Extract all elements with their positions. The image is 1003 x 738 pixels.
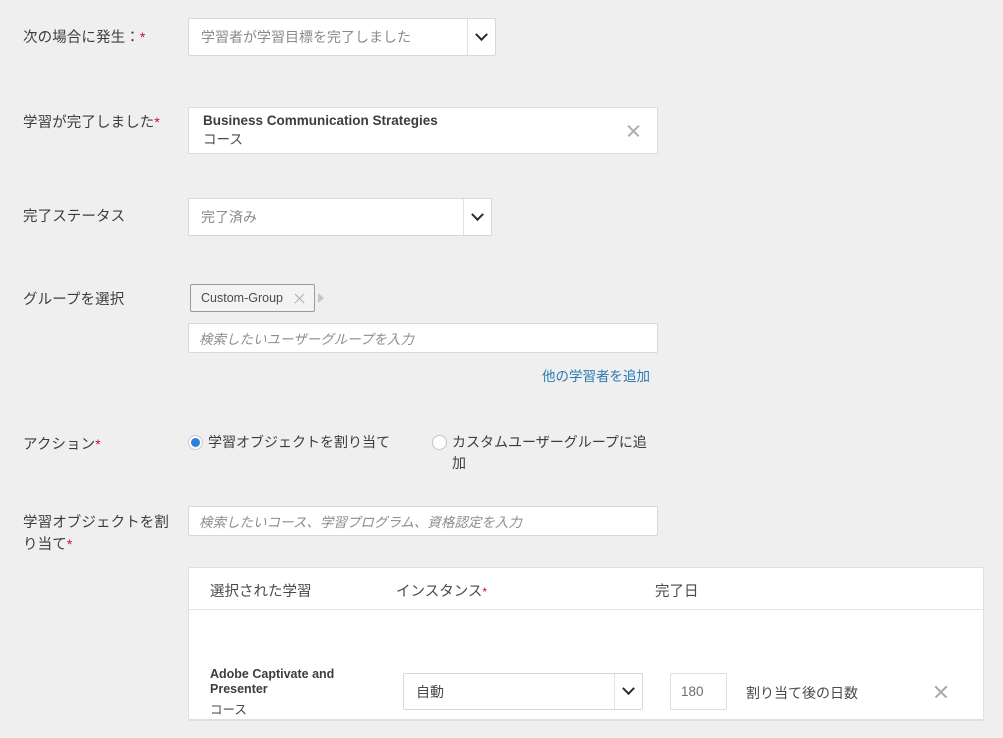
trigger-select-value: 学習者が学習目標を完了しました bbox=[201, 29, 411, 45]
radio-unselected-icon[interactable] bbox=[432, 435, 447, 450]
row-learning-title: Adobe Captivate and Presenter bbox=[210, 667, 335, 696]
assign-learning-object-label-text: 学習オブジェクトを割り当て bbox=[23, 515, 169, 553]
learning-completed-required-mark: * bbox=[154, 114, 160, 130]
table-header-row: 選択された学習 インスタンス* 完了日 bbox=[189, 568, 983, 610]
selected-learning-box[interactable]: Business Communication Strategies コース bbox=[188, 107, 658, 154]
chevron-down-icon[interactable] bbox=[467, 19, 495, 55]
row-learning-cell: Adobe Captivate and Presenter コース bbox=[210, 667, 375, 720]
chevron-down-icon[interactable] bbox=[463, 199, 491, 235]
row-instance-select-value: 自動 bbox=[416, 683, 444, 700]
action-label-text: アクション bbox=[23, 437, 96, 453]
group-chip-label: Custom-Group bbox=[201, 291, 283, 305]
selected-learning-table: 選択された学習 インスタンス* 完了日 Adobe Captivate and … bbox=[188, 567, 984, 720]
column-header-selected-learning-text: 選択された学習 bbox=[210, 584, 312, 600]
chevron-down-icon[interactable] bbox=[614, 674, 642, 709]
trigger-label-text: 次の場合に発生： bbox=[23, 30, 140, 46]
row-learning-subtitle: コース bbox=[210, 703, 247, 717]
trigger-select[interactable]: 学習者が学習目標を完了しました bbox=[188, 18, 496, 56]
radio-add-to-custom-group[interactable]: カスタムユーザーグループに追加 bbox=[432, 432, 654, 474]
assign-learning-object-label: 学習オブジェクトを割り当て* bbox=[23, 513, 173, 556]
table-row: Adobe Captivate and Presenter コース 自動 180… bbox=[189, 610, 983, 720]
group-chip[interactable]: Custom-Group bbox=[190, 284, 315, 312]
row-days-label: 割り当て後の日数 bbox=[746, 683, 858, 703]
caret-right-icon[interactable] bbox=[318, 293, 324, 303]
selected-learning-text: Business Communication Strategies コース bbox=[203, 111, 625, 150]
learning-completed-label: 学習が完了しました* bbox=[23, 112, 183, 134]
column-header-instance: インスタンス* bbox=[396, 580, 487, 601]
row-days-input[interactable]: 180 bbox=[670, 673, 727, 710]
column-header-selected-learning: 選択された学習 bbox=[210, 580, 312, 601]
group-search-input[interactable]: 検索したいユーザーグループを入力 bbox=[188, 323, 658, 353]
action-label: アクション* bbox=[23, 434, 183, 456]
group-select-label: グループを選択 bbox=[23, 290, 183, 311]
selected-learning-title: Business Communication Strategies bbox=[203, 113, 438, 128]
completion-status-select-value: 完了済み bbox=[201, 209, 257, 225]
row-days-label-text: 割り当て後の日数 bbox=[746, 685, 858, 701]
trigger-required-mark: * bbox=[139, 29, 146, 45]
radio-add-to-custom-group-label: カスタムユーザーグループに追加 bbox=[452, 434, 647, 471]
radio-assign-learning-object[interactable]: 学習オブジェクトを割り当て bbox=[188, 432, 418, 453]
assign-learning-object-required-mark: * bbox=[66, 536, 73, 552]
column-header-completion-date: 完了日 bbox=[655, 580, 699, 601]
learning-object-search-placeholder: 検索したいコース、学習プログラム、資格認定を入力 bbox=[199, 515, 522, 530]
row-days-value: 180 bbox=[681, 684, 704, 699]
group-select-label-text: グループを選択 bbox=[23, 292, 125, 308]
column-header-instance-required-mark: * bbox=[482, 585, 488, 599]
add-more-learners-link-text: 他の学習者を追加 bbox=[542, 369, 650, 384]
trigger-label: 次の場合に発生：* bbox=[23, 27, 183, 49]
assignment-rule-form: 次の場合に発生：* 学習者が学習目標を完了しました 学習が完了しました* Bus… bbox=[0, 0, 1003, 738]
close-icon[interactable] bbox=[293, 292, 306, 305]
radio-selected-icon[interactable] bbox=[188, 435, 203, 450]
learning-object-search-input[interactable]: 検索したいコース、学習プログラム、資格認定を入力 bbox=[188, 506, 658, 536]
completion-status-label: 完了ステータス bbox=[23, 207, 183, 228]
group-search-placeholder: 検索したいユーザーグループを入力 bbox=[199, 332, 414, 347]
selected-learning-subtitle: コース bbox=[203, 132, 243, 147]
completion-status-label-text: 完了ステータス bbox=[23, 209, 126, 225]
row-instance-select[interactable]: 自動 bbox=[403, 673, 643, 710]
action-required-mark: * bbox=[95, 436, 101, 452]
radio-assign-learning-object-label: 学習オブジェクトを割り当て bbox=[208, 434, 390, 450]
close-icon[interactable] bbox=[932, 683, 950, 701]
add-more-learners-link[interactable]: 他の学習者を追加 bbox=[542, 365, 650, 385]
learning-completed-label-text: 学習が完了しました bbox=[23, 115, 155, 131]
completion-status-select[interactable]: 完了済み bbox=[188, 198, 492, 236]
close-icon[interactable] bbox=[625, 122, 643, 140]
column-header-completion-date-text: 完了日 bbox=[655, 584, 699, 600]
column-header-instance-text: インスタンス bbox=[396, 584, 483, 600]
